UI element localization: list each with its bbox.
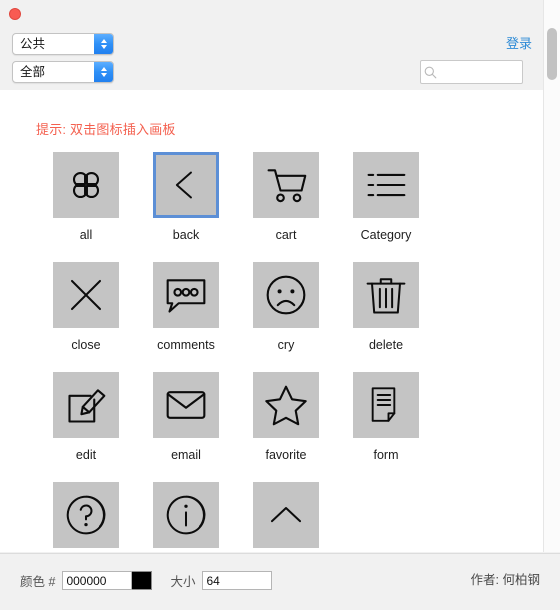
clover-icon[interactable] xyxy=(53,152,119,218)
icon-cell-less[interactable]: less xyxy=(236,482,336,552)
size-input[interactable] xyxy=(202,571,273,590)
vertical-scrollbar[interactable] xyxy=(543,0,560,552)
footer-toolbar: 颜色 # 大小 作者: 何柏钢 xyxy=(0,553,560,610)
app-window: 公共 全部 登录 提示: 双击图标插入画板 all back cart Cate… xyxy=(0,0,560,610)
category-select-stepper-icon[interactable] xyxy=(94,34,113,54)
chevron-down-icon xyxy=(100,45,107,49)
search-box[interactable] xyxy=(420,60,523,84)
icon-cell-information[interactable]: information xyxy=(136,482,236,552)
category-select[interactable]: 公共 xyxy=(12,33,114,55)
icon-cell-edit[interactable]: edit xyxy=(36,372,136,463)
sad-face-icon[interactable] xyxy=(253,262,319,328)
scrollbar-thumb[interactable] xyxy=(547,28,557,80)
category-select-value: 公共 xyxy=(20,37,46,51)
cart-icon[interactable] xyxy=(253,152,319,218)
icon-cell-email[interactable]: email xyxy=(136,372,236,463)
color-label: 颜色 # xyxy=(20,575,56,589)
chevron-up-icon xyxy=(100,67,107,71)
icon-cell-help[interactable]: help xyxy=(36,482,136,552)
author-credit: 作者: 何柏钢 xyxy=(470,573,540,587)
icon-cell-delete[interactable]: delete xyxy=(336,262,436,353)
chevron-up-icon[interactable] xyxy=(253,482,319,548)
icon-label: favorite xyxy=(265,448,307,462)
icon-label: comments xyxy=(157,338,215,352)
icon-label: close xyxy=(71,338,101,352)
title-bar xyxy=(0,0,560,28)
trash-icon[interactable] xyxy=(353,262,419,328)
chevron-left-icon[interactable] xyxy=(153,152,219,218)
envelope-icon[interactable] xyxy=(153,372,219,438)
icon-cell-cart[interactable]: cart xyxy=(236,152,336,243)
icon-cell-back[interactable]: back xyxy=(136,152,236,243)
star-icon[interactable] xyxy=(253,372,319,438)
chevron-down-icon xyxy=(100,73,107,77)
icon-label: form xyxy=(373,448,399,462)
icon-grid: all back cart Category close comments cr… xyxy=(36,152,516,552)
search-icon xyxy=(421,61,439,83)
color-swatch[interactable] xyxy=(132,571,153,590)
comment-icon[interactable] xyxy=(153,262,219,328)
icon-library-panel: 提示: 双击图标插入画板 all back cart Category clos… xyxy=(0,90,543,552)
question-icon[interactable] xyxy=(53,482,119,548)
icon-label: cry xyxy=(277,338,295,352)
icon-cell-close[interactable]: close xyxy=(36,262,136,353)
chevron-up-icon xyxy=(100,39,107,43)
scope-select-stepper-icon[interactable] xyxy=(94,62,113,82)
list-icon[interactable] xyxy=(353,152,419,218)
icon-label: delete xyxy=(368,338,404,352)
size-label: 大小 xyxy=(170,575,196,589)
color-input[interactable] xyxy=(62,571,133,590)
header-toolbar: 公共 全部 登录 xyxy=(0,28,560,90)
icon-cell-all[interactable]: all xyxy=(36,152,136,243)
scope-select-value: 全部 xyxy=(20,65,46,79)
close-x-icon[interactable] xyxy=(53,262,119,328)
tip-text: 提示: 双击图标插入画板 xyxy=(36,122,176,137)
icon-label: edit xyxy=(75,448,97,462)
icon-label: email xyxy=(171,448,201,462)
icon-label: cart xyxy=(275,228,297,242)
scope-select[interactable]: 全部 xyxy=(12,61,114,83)
info-icon[interactable] xyxy=(153,482,219,548)
login-link[interactable]: 登录 xyxy=(506,35,532,53)
edit-pencil-icon[interactable] xyxy=(53,372,119,438)
icon-cell-category[interactable]: Category xyxy=(336,152,436,243)
icon-label: all xyxy=(79,228,93,242)
icon-cell-favorite[interactable]: favorite xyxy=(236,372,336,463)
icon-label: Category xyxy=(360,228,412,242)
icon-label: back xyxy=(172,228,200,242)
icon-cell-comments[interactable]: comments xyxy=(136,262,236,353)
icon-cell-form[interactable]: form xyxy=(336,372,436,463)
document-icon[interactable] xyxy=(353,372,419,438)
close-window-button[interactable] xyxy=(9,8,21,20)
icon-cell-cry[interactable]: cry xyxy=(236,262,336,353)
search-input[interactable] xyxy=(439,65,522,79)
